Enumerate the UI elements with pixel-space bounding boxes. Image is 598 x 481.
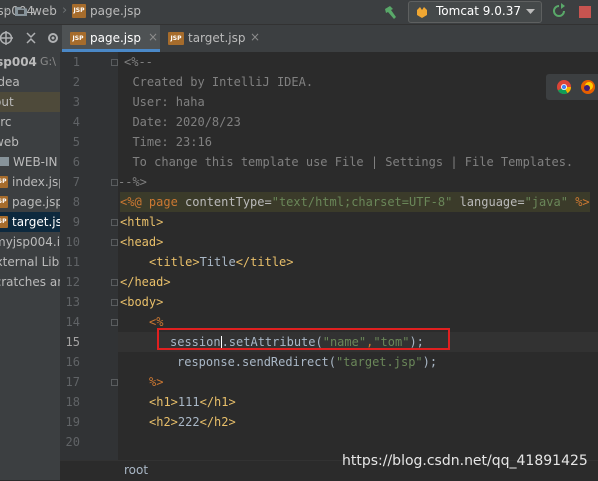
chevron-down-icon (526, 9, 535, 14)
tree-item-index-jsp[interactable]: JSP index.jsp (0, 172, 60, 192)
project-tree: jsp004 G:\ idea out src web WEB-IN JSP i… (0, 52, 60, 480)
tree-item-page-jsp[interactable]: JSP page.jsp (0, 192, 60, 212)
jsp-file-icon: JSP (0, 196, 8, 208)
code-line-19: <h2>222</h2> (149, 415, 236, 429)
tab-target-jsp[interactable]: JSP target.jsp × (166, 25, 266, 52)
code-line-1: <%-- (124, 55, 153, 69)
fold-marker-icon[interactable] (111, 379, 118, 386)
tree-item-target-jsp[interactable]: JSP target.jsp (0, 212, 60, 232)
code-line-9: <html> (120, 215, 164, 229)
code-editor[interactable]: <%-- Created by IntelliJ IDEA. User: hah… (118, 52, 598, 460)
code-line-3: User: haha (118, 95, 205, 109)
line-number: 2 (72, 75, 80, 89)
line-number: 8 (72, 195, 80, 209)
folder-icon (15, 7, 27, 16)
stop-icon[interactable] (578, 5, 592, 19)
jsp-file-icon: JSP (0, 216, 8, 228)
fold-marker-icon[interactable] (111, 179, 118, 186)
close-icon[interactable]: × (148, 30, 158, 44)
code-line-12: </head> (120, 275, 171, 289)
breadcrumb-separator: › (4, 3, 10, 18)
line-number: 14 (65, 315, 80, 329)
jsp-file-icon: JSP (168, 32, 184, 45)
jsp-file-icon: JSP (70, 32, 86, 45)
fold-marker-icon[interactable] (111, 279, 118, 286)
tree-item-out[interactable]: out (0, 92, 60, 112)
settings-icon[interactable] (46, 31, 60, 45)
line-number: 1 (72, 55, 80, 69)
code-line-4: Date: 2020/8/23 (118, 115, 241, 129)
fold-marker-icon[interactable] (111, 319, 118, 326)
line-number: 7 (72, 175, 80, 189)
tomcat-icon (417, 7, 427, 18)
run-configuration-dropdown[interactable]: Tomcat 9.0.37 (408, 1, 542, 23)
tree-item-web-inf[interactable]: WEB-IN (0, 152, 60, 172)
code-line-11: <title>Title</title> (149, 255, 294, 269)
code-line-18: <h1>111</h1> (149, 395, 236, 409)
code-line-16: response.sendRedirect("target.jsp"); (177, 355, 438, 369)
line-number: 19 (65, 415, 80, 429)
breadcrumb-separator: › (62, 3, 68, 18)
line-number: 10 (65, 235, 80, 249)
jsp-file-icon: JSP (0, 176, 8, 188)
breadcrumb-web[interactable]: web (32, 4, 57, 18)
target-icon[interactable] (0, 31, 13, 45)
code-line-7: --%> (118, 175, 147, 189)
tab-label: target.jsp (188, 31, 246, 45)
fold-marker-icon[interactable] (111, 239, 118, 246)
tree-item-external-libraries[interactable]: External Librar (0, 252, 60, 272)
line-number: 17 (65, 375, 80, 389)
line-number: 16 (65, 355, 80, 369)
code-line-13: <body> (120, 295, 164, 309)
fold-marker-icon[interactable] (111, 59, 118, 66)
code-line-6: To change this template use File | Setti… (118, 155, 574, 169)
highlight-annotation-box (157, 328, 450, 350)
firefox-icon[interactable] (580, 79, 596, 95)
line-number: 12 (65, 275, 80, 289)
code-line-8: <%@ page contentType="text/html;charset=… (120, 192, 590, 212)
jsp-file-icon: JSP (72, 4, 86, 18)
project-toolbar (0, 25, 60, 53)
line-number: 20 (65, 435, 80, 449)
refresh-icon[interactable] (551, 3, 567, 20)
editor-breadcrumb-root[interactable]: root (124, 463, 148, 477)
run-configuration-label: Tomcat 9.0.37 (436, 4, 521, 18)
line-number: 6 (72, 155, 80, 169)
breadcrumb-file[interactable]: page.jsp (90, 4, 141, 18)
editor-tabs: JSP page.jsp × JSP target.jsp × (60, 25, 598, 53)
close-icon[interactable]: × (250, 30, 260, 44)
tree-item-src[interactable]: src (0, 112, 60, 132)
folder-icon (0, 157, 9, 166)
line-number-gutter: 1 2 3 4 5 6 7 8 9 10 11 12 13 14 15 16 17 18 19 20 (60, 52, 118, 460)
collapse-icon[interactable] (24, 31, 38, 45)
code-line-2: Created by IntelliJ IDEA. (118, 75, 314, 89)
code-line-5: Time: 23:16 (118, 135, 212, 149)
tree-item-web[interactable]: web (0, 132, 60, 152)
browser-preview-bar (546, 74, 598, 100)
tab-page-jsp[interactable]: JSP page.jsp × (62, 25, 160, 52)
tree-item-idea[interactable]: idea (0, 72, 60, 92)
line-number: 13 (65, 295, 80, 309)
line-number: 15 (65, 335, 80, 349)
tree-item-scratches[interactable]: Scratches and (0, 272, 60, 292)
navigation-bar: jsp004 › web › JSP page.jsp Tomcat 9.0.3… (0, 0, 598, 25)
line-number: 18 (65, 395, 80, 409)
line-number: 4 (72, 115, 80, 129)
tab-label: page.jsp (90, 31, 141, 45)
code-line-17: %> (149, 375, 164, 389)
watermark: https://blog.csdn.net/qq_41891425 (342, 453, 588, 469)
fold-marker-icon[interactable] (111, 299, 118, 306)
line-number: 9 (72, 215, 80, 229)
fold-marker-icon[interactable] (111, 219, 118, 226)
tree-item-root[interactable]: jsp004 G:\ (0, 52, 60, 72)
code-line-10: <head> (120, 235, 164, 249)
line-number: 3 (72, 95, 80, 109)
hammer-icon[interactable] (383, 4, 399, 20)
line-number: 5 (72, 135, 80, 149)
chrome-icon[interactable] (556, 79, 572, 95)
tree-item-iml[interactable]: myjsp004.i (0, 232, 60, 252)
line-number: 11 (65, 255, 80, 269)
